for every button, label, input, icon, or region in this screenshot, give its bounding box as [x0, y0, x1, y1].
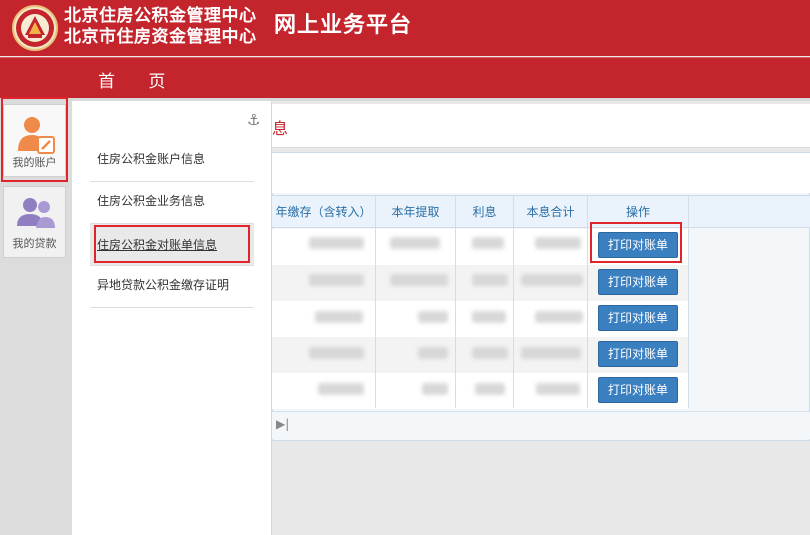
- redacted-value: [418, 311, 448, 323]
- redacted-value: [472, 237, 504, 249]
- redacted-value: [536, 383, 580, 395]
- print-statement-button[interactable]: 打印对账单: [598, 305, 678, 331]
- redacted-value: [535, 311, 583, 323]
- redacted-value: [472, 311, 506, 323]
- submenu-item-remote-loan-proof[interactable]: 异地贷款公积金缴存证明: [90, 264, 254, 306]
- submenu-item-business-info[interactable]: 住房公积金业务信息: [90, 180, 254, 222]
- content-background: [272, 441, 810, 535]
- print-statement-button[interactable]: 打印对账单: [598, 341, 678, 367]
- column-header-total: 本息合计: [526, 205, 575, 219]
- org-name: 北京住房公积金管理中心 北京市住房资金管理中心: [64, 6, 257, 48]
- user-edit-icon: [18, 117, 55, 154]
- column-header-interest: 利息: [472, 205, 497, 219]
- sidebar-tab-my-account[interactable]: 我的账户: [3, 104, 66, 177]
- breadcrumb-panel: [272, 104, 810, 148]
- center-logo-icon: [12, 5, 58, 51]
- redacted-value: [418, 347, 448, 359]
- redacted-value: [475, 383, 505, 395]
- nav-home-link[interactable]: 首 页: [98, 67, 179, 92]
- print-statement-button[interactable]: 打印对账单: [598, 232, 678, 258]
- breadcrumb-fragment: 息: [272, 119, 289, 138]
- submenu-divider: [90, 307, 254, 308]
- column-header-deposit: 年缴存（含转入）: [275, 205, 372, 219]
- sidebar-tab-my-loan[interactable]: 我的贷款: [3, 186, 66, 258]
- users-icon: [17, 198, 55, 228]
- grid-toolbar: [272, 153, 810, 193]
- last-page-icon[interactable]: ▶|: [276, 417, 289, 431]
- platform-title: 网上业务平台: [274, 12, 413, 38]
- top-nav: 首 页: [0, 57, 810, 98]
- redacted-value: [521, 274, 583, 286]
- anchor-icon[interactable]: ⚓: [247, 111, 260, 129]
- column-header-withdrawal: 本年提取: [391, 205, 440, 219]
- redacted-value: [472, 347, 508, 359]
- redacted-value: [315, 311, 363, 323]
- org-name-line2: 北京市住房资金管理中心: [64, 27, 257, 47]
- redacted-value: [535, 237, 581, 249]
- column-divider: [455, 196, 456, 408]
- submenu-item-account-info[interactable]: 住房公积金账户信息: [90, 138, 254, 180]
- column-divider: [513, 196, 514, 408]
- redacted-value: [318, 383, 364, 395]
- redacted-value: [390, 274, 448, 286]
- redacted-value: [422, 383, 448, 395]
- redacted-value: [521, 347, 581, 359]
- print-statement-button[interactable]: 打印对账单: [598, 377, 678, 403]
- column-divider: [375, 196, 376, 408]
- submenu-item-statement-info[interactable]: 住房公积金对账单信息: [90, 224, 254, 266]
- redacted-value: [390, 237, 440, 249]
- redacted-value: [309, 274, 364, 286]
- print-statement-button[interactable]: 打印对账单: [598, 269, 678, 295]
- redacted-value: [472, 274, 508, 286]
- sidebar-tab-label: 我的账户: [12, 156, 57, 169]
- pagination-bar: [272, 411, 810, 439]
- org-name-line1: 北京住房公积金管理中心: [64, 6, 257, 26]
- redacted-value: [309, 347, 364, 359]
- column-header-action: 操作: [625, 205, 650, 219]
- sidebar-tab-label: 我的贷款: [12, 237, 57, 250]
- column-divider: [587, 196, 588, 408]
- column-divider: [688, 196, 689, 408]
- redacted-value: [309, 237, 364, 249]
